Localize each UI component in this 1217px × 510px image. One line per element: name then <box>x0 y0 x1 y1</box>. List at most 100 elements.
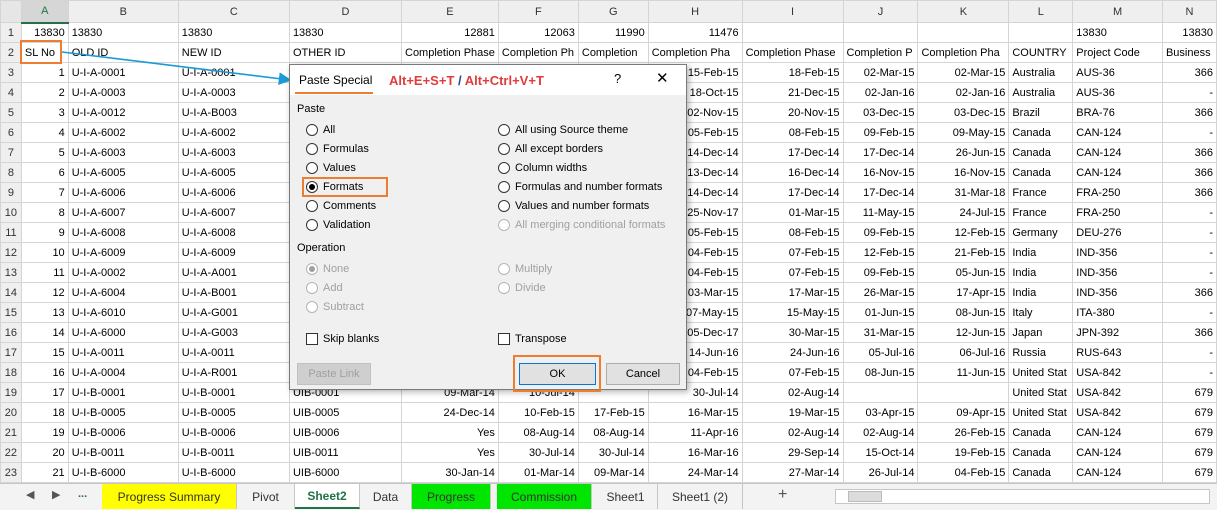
cell[interactable]: 24-Mar-14 <box>647 462 743 483</box>
row-header[interactable]: 8 <box>0 162 22 183</box>
column-header[interactable]: J <box>842 0 919 23</box>
row-header[interactable]: 18 <box>0 362 22 383</box>
row-header[interactable]: 14 <box>0 282 22 303</box>
cell[interactable]: 16-Nov-15 <box>842 162 919 183</box>
cell[interactable]: OLD ID <box>67 42 179 63</box>
cell[interactable]: Completion Pha <box>917 42 1010 63</box>
cell[interactable]: USA-842 <box>1072 362 1163 383</box>
row-header[interactable]: 22 <box>0 442 22 463</box>
cell[interactable]: 679 <box>1161 402 1217 423</box>
cell[interactable]: 02-Mar-15 <box>842 62 919 83</box>
cell[interactable]: 07-Feb-15 <box>741 362 844 383</box>
cell[interactable]: U-I-A-6002 <box>177 122 290 143</box>
cell[interactable]: IND-356 <box>1072 262 1163 283</box>
cell[interactable]: 19-Mar-15 <box>741 402 844 423</box>
cell[interactable]: 13830 <box>288 22 403 43</box>
cell[interactable]: 18 <box>20 402 69 423</box>
cell[interactable]: 29-Sep-14 <box>741 442 844 463</box>
cell[interactable]: UIB-0005 <box>288 402 403 423</box>
select-all-corner[interactable] <box>0 0 22 23</box>
cell[interactable]: 11-Jun-15 <box>917 362 1010 383</box>
help-icon[interactable]: ? <box>614 71 621 86</box>
row-header[interactable]: 12 <box>0 242 22 263</box>
cell[interactable]: 17 <box>20 382 69 403</box>
cell[interactable]: 26-Feb-15 <box>917 422 1010 443</box>
horizontal-scrollbar[interactable] <box>835 489 1210 504</box>
cell[interactable]: 27-Mar-14 <box>741 462 844 483</box>
cell[interactable]: U-I-A-6008 <box>177 222 290 243</box>
cell[interactable]: 13830 <box>1072 22 1163 43</box>
cell[interactable]: 02-Jan-16 <box>842 82 919 103</box>
cell[interactable]: U-I-A-6000 <box>67 322 179 343</box>
cell[interactable]: CAN-124 <box>1072 122 1163 143</box>
cell[interactable]: U-I-B-6000 <box>177 462 290 483</box>
tab-progress[interactable]: Progress <box>412 484 491 509</box>
cell[interactable]: U-I-A-B003 <box>177 102 290 123</box>
cell[interactable]: U-I-A-0011 <box>67 342 179 363</box>
cell[interactable]: U-I-A-0003 <box>177 82 290 103</box>
cell[interactable]: USA-842 <box>1072 402 1163 423</box>
cell[interactable]: 08-Feb-15 <box>741 222 844 243</box>
cell[interactable]: 30-Mar-15 <box>741 322 844 343</box>
cell[interactable]: CAN-124 <box>1072 162 1163 183</box>
column-header[interactable]: A <box>20 0 69 24</box>
cell[interactable]: 16-Nov-15 <box>917 162 1010 183</box>
cell[interactable]: 366 <box>1161 322 1217 343</box>
cell[interactable]: U-I-A-6002 <box>67 122 179 143</box>
cell[interactable]: Canada <box>1008 142 1074 163</box>
cell[interactable]: UIB-6000 <box>288 462 403 483</box>
radio-comments[interactable]: Comments <box>306 200 376 212</box>
row-header[interactable]: 17 <box>0 342 22 363</box>
cell[interactable] <box>917 382 1010 403</box>
cell[interactable]: 21-Dec-15 <box>741 82 844 103</box>
cell[interactable]: U-I-A-6008 <box>67 222 179 243</box>
row-header[interactable]: 1 <box>0 22 22 43</box>
tab-nav-prev-icon[interactable]: ◀ <box>26 488 34 501</box>
cell[interactable]: Completion Pha <box>647 42 743 63</box>
cell[interactable]: 679 <box>1161 462 1217 483</box>
cell[interactable]: 16-Dec-14 <box>741 162 844 183</box>
cell[interactable]: IND-356 <box>1072 282 1163 303</box>
row-header[interactable]: 9 <box>0 182 22 203</box>
cell[interactable]: 12-Feb-15 <box>917 222 1010 243</box>
cell[interactable]: - <box>1161 262 1217 283</box>
cell[interactable]: 16 <box>20 362 69 383</box>
cell[interactable]: 09-Feb-15 <box>842 122 919 143</box>
column-header[interactable]: M <box>1072 0 1163 23</box>
cell[interactable]: 7 <box>20 182 69 203</box>
cell[interactable]: 16-Mar-16 <box>647 442 743 463</box>
cell[interactable]: 09-Mar-14 <box>577 462 649 483</box>
column-header[interactable]: K <box>917 0 1010 23</box>
row-header[interactable]: 20 <box>0 402 22 423</box>
tab-sheet1-2[interactable]: Sheet1 (2) <box>658 484 743 509</box>
cell[interactable]: AUS-36 <box>1072 62 1163 83</box>
cell[interactable]: 19-Feb-15 <box>917 442 1010 463</box>
cell[interactable]: 4 <box>20 122 69 143</box>
cell[interactable]: 10-Feb-15 <box>497 402 579 423</box>
cell[interactable]: U-I-A-0011 <box>177 342 290 363</box>
cell[interactable]: 02-Aug-14 <box>842 422 919 443</box>
cell[interactable]: U-I-B-0011 <box>177 442 290 463</box>
cell[interactable]: 30-Jul-14 <box>497 442 579 463</box>
cell[interactable]: 03-Dec-15 <box>917 102 1010 123</box>
cell[interactable]: Yes <box>401 442 499 463</box>
cell[interactable] <box>842 22 919 43</box>
cell[interactable]: JPN-392 <box>1072 322 1163 343</box>
cell[interactable]: 366 <box>1161 142 1217 163</box>
row-header[interactable]: 6 <box>0 122 22 143</box>
cell[interactable]: U-I-A-6009 <box>67 242 179 263</box>
cell[interactable]: COUNTRY <box>1008 42 1074 63</box>
cell[interactable]: 26-Mar-15 <box>842 282 919 303</box>
cell[interactable]: U-I-A-R001 <box>177 362 290 383</box>
cell[interactable]: U-I-A-6007 <box>67 202 179 223</box>
cell[interactable]: 01-Mar-15 <box>741 202 844 223</box>
cell[interactable]: Canada <box>1008 442 1074 463</box>
radio-values-number-formats[interactable]: Values and number formats <box>498 200 649 212</box>
tab-sheet1[interactable]: Sheet1 <box>594 484 658 509</box>
column-header[interactable]: N <box>1161 0 1217 23</box>
cell[interactable]: FRA-250 <box>1072 182 1163 203</box>
cell[interactable]: FRA-250 <box>1072 202 1163 223</box>
cell[interactable]: Completion <box>577 42 649 63</box>
cell[interactable]: 21 <box>20 462 69 483</box>
cell[interactable]: U-I-A-6006 <box>67 182 179 203</box>
